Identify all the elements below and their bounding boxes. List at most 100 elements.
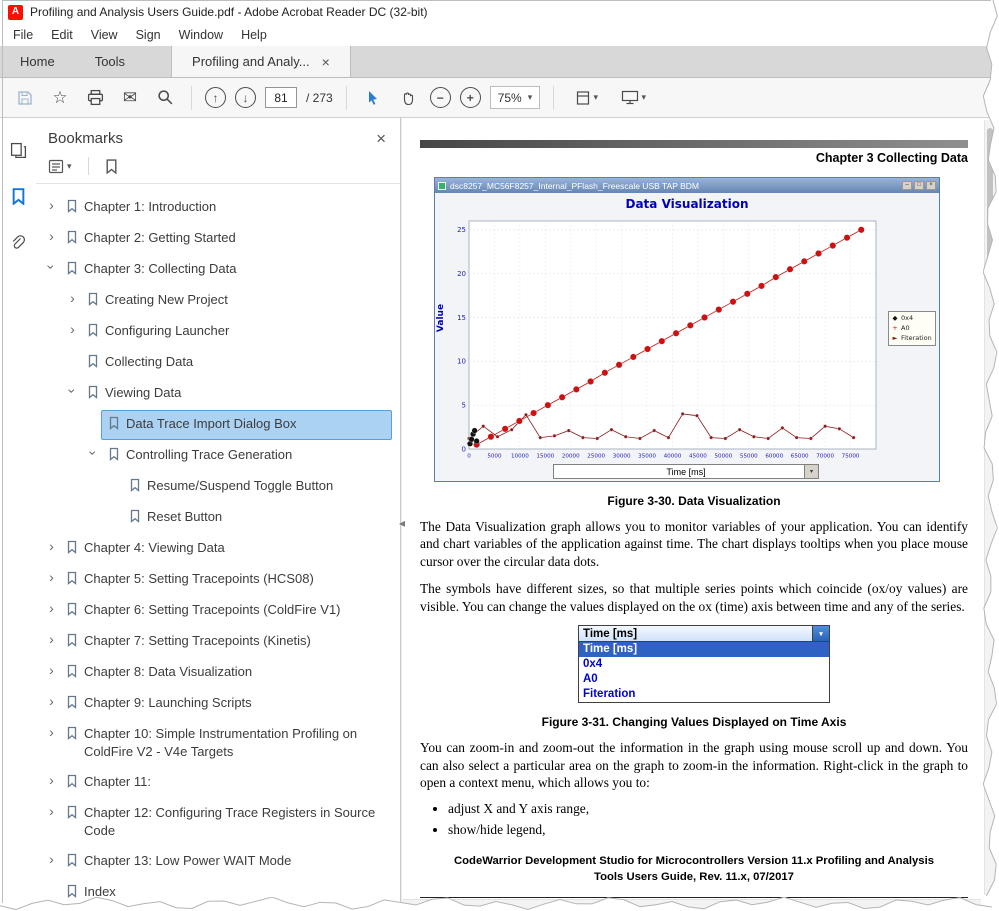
bookmark-item[interactable]: › Chapter 2: Getting Started xyxy=(38,224,392,254)
bookmark-label-wrap[interactable]: Chapter 10: Simple Instrumentation Profi… xyxy=(59,720,392,767)
bookmark-label-wrap[interactable]: Chapter 1: Introduction xyxy=(59,193,223,223)
bookmark-label-wrap[interactable]: Viewing Data xyxy=(80,379,188,409)
bookmark-item[interactable]: › Chapter 8: Data Visualization xyxy=(38,658,392,688)
bookmark-item[interactable]: › Chapter 1: Introduction xyxy=(38,193,392,223)
menu-view[interactable]: View xyxy=(82,26,127,44)
bookmark-item[interactable]: › Chapter 4: Viewing Data xyxy=(38,534,392,564)
select-tool-button[interactable] xyxy=(360,84,386,112)
bookmark-label-wrap[interactable]: Chapter 13: Low Power WAIT Mode xyxy=(59,847,298,877)
chevron-collapsed-icon[interactable]: › xyxy=(65,291,80,305)
vertical-scrollbar[interactable] xyxy=(984,120,995,895)
print-button[interactable] xyxy=(82,84,108,112)
bookmark-label-wrap[interactable]: Controlling Trace Generation xyxy=(101,441,299,471)
bookmark-item[interactable]: › Viewing Data xyxy=(38,379,392,409)
bookmark-item[interactable]: › Chapter 9: Launching Scripts xyxy=(38,689,392,719)
chevron-collapsed-icon[interactable]: › xyxy=(44,570,59,584)
zoom-level-dropdown[interactable]: 75% ▾ xyxy=(489,86,541,109)
legend-marker-icon: + xyxy=(892,323,898,332)
tab-close-icon[interactable]: × xyxy=(322,54,330,70)
tab-home[interactable]: Home xyxy=(0,46,75,77)
menu-edit[interactable]: Edit xyxy=(42,26,82,44)
bookmarks-panel-button[interactable] xyxy=(8,186,28,206)
chevron-collapsed-icon[interactable]: › xyxy=(65,322,80,336)
bookmark-label-wrap[interactable]: Chapter 2: Getting Started xyxy=(59,224,243,254)
next-page-button[interactable]: ↓ xyxy=(235,87,256,108)
bookmark-item[interactable]: › Chapter 11: xyxy=(38,768,392,798)
expand-current-bookmark-button[interactable] xyxy=(105,158,118,174)
zoom-out-button[interactable]: − xyxy=(429,87,451,108)
tab-document[interactable]: Profiling and Analy... × xyxy=(171,46,351,77)
bookmark-label-wrap[interactable]: Chapter 5: Setting Tracepoints (HCS08) xyxy=(59,565,321,595)
bookmark-label-wrap[interactable]: Collecting Data xyxy=(80,348,200,378)
chevron-collapsed-icon[interactable]: › xyxy=(44,632,59,646)
menu-file[interactable]: File xyxy=(4,26,42,44)
chevron-collapsed-icon[interactable]: › xyxy=(44,852,59,866)
chevron-collapsed-icon[interactable]: › xyxy=(44,694,59,708)
tab-tools[interactable]: Tools xyxy=(75,46,145,77)
bookmark-label-wrap[interactable]: Chapter 7: Setting Tracepoints (Kinetis) xyxy=(59,627,318,657)
bookmark-label-wrap[interactable]: Chapter 3: Collecting Data xyxy=(59,255,243,285)
legend-entry: ◆ 0x4 xyxy=(891,314,933,324)
chevron-collapsed-icon[interactable]: › xyxy=(44,229,59,243)
bookmark-item[interactable]: Resume/Suspend Toggle Button xyxy=(38,472,392,502)
page-number-input[interactable] xyxy=(265,87,297,108)
chevron-expanded-icon[interactable]: › xyxy=(44,260,60,275)
bookmark-options-button[interactable]: ▾ xyxy=(48,159,72,174)
bookmark-item[interactable]: › Creating New Project xyxy=(38,286,392,316)
search-button[interactable] xyxy=(152,84,178,112)
chevron-collapsed-icon[interactable]: › xyxy=(44,804,59,818)
page-thumbnails-panel-button[interactable] xyxy=(8,140,28,160)
menu-help[interactable]: Help xyxy=(232,26,276,44)
bookmark-icon xyxy=(66,805,78,824)
menu-sign[interactable]: Sign xyxy=(127,26,170,44)
bookmark-label-wrap[interactable]: Reset Button xyxy=(122,503,229,533)
bookmark-label-wrap[interactable]: Chapter 12: Configuring Trace Registers … xyxy=(59,799,392,846)
bookmark-item[interactable]: › Chapter 10: Simple Instrumentation Prof… xyxy=(38,720,392,767)
panel-collapse-handle[interactable]: ◂ xyxy=(396,508,408,538)
bullet-item: adjust X and Y axis range, xyxy=(448,801,968,817)
favorite-star-button[interactable]: ☆ xyxy=(47,84,73,112)
bookmark-label-wrap[interactable]: Index xyxy=(59,878,123,908)
bookmark-item[interactable]: › Chapter 6: Setting Tracepoints (ColdFir… xyxy=(38,596,392,626)
chevron-collapsed-icon[interactable]: › xyxy=(44,198,59,212)
bookmark-item[interactable]: › Chapter 13: Low Power WAIT Mode xyxy=(38,847,392,877)
chevron-collapsed-icon[interactable]: › xyxy=(44,539,59,553)
menu-window[interactable]: Window xyxy=(170,26,232,44)
bookmark-label-wrap[interactable]: Chapter 6: Setting Tracepoints (ColdFire… xyxy=(59,596,348,626)
bookmark-item[interactable]: › Chapter 5: Setting Tracepoints (HCS08) xyxy=(38,565,392,595)
bookmark-item[interactable]: Reset Button xyxy=(38,503,392,533)
chevron-expanded-icon[interactable]: › xyxy=(86,446,102,461)
hand-tool-button[interactable] xyxy=(395,84,421,112)
chevron-collapsed-icon[interactable]: › xyxy=(44,773,59,787)
bookmark-item[interactable]: › Chapter 12: Configuring Trace Registers… xyxy=(38,799,392,846)
bookmark-label-wrap[interactable]: Resume/Suspend Toggle Button xyxy=(122,472,340,502)
save-button[interactable] xyxy=(12,84,38,112)
bookmark-item[interactable]: Index xyxy=(38,878,392,908)
chevron-collapsed-icon[interactable]: › xyxy=(44,663,59,677)
panel-close-icon[interactable]: × xyxy=(376,130,386,147)
bookmark-label-selected[interactable]: Data Trace Import Dialog Box xyxy=(101,410,392,440)
attachments-panel-button[interactable] xyxy=(8,232,28,252)
bookmark-item[interactable]: Data Trace Import Dialog Box xyxy=(38,410,392,440)
chevron-collapsed-icon[interactable]: › xyxy=(44,601,59,615)
bookmark-item[interactable]: › Chapter 7: Setting Tracepoints (Kinetis… xyxy=(38,627,392,657)
bookmark-label-wrap[interactable]: Chapter 4: Viewing Data xyxy=(59,534,232,564)
chevron-expanded-icon[interactable]: › xyxy=(65,384,81,399)
previous-page-button[interactable]: ↑ xyxy=(205,87,226,108)
scrollbar-thumb[interactable] xyxy=(987,128,993,263)
bookmark-label-wrap[interactable]: Creating New Project xyxy=(80,286,235,316)
email-button[interactable]: ✉ xyxy=(117,84,143,112)
bookmark-label-wrap[interactable]: Chapter 8: Data Visualization xyxy=(59,658,259,688)
chevron-collapsed-icon[interactable]: › xyxy=(44,725,59,739)
bookmark-item[interactable]: › Chapter 3: Collecting Data xyxy=(38,255,392,285)
bookmark-label-wrap[interactable]: Chapter 9: Launching Scripts xyxy=(59,689,259,719)
bookmark-label-wrap[interactable]: Chapter 11: xyxy=(59,768,158,798)
zoom-in-button[interactable]: + xyxy=(459,87,481,108)
bookmark-item[interactable]: › Controlling Trace Generation xyxy=(38,441,392,471)
horizontal-scrollbar[interactable] xyxy=(402,899,981,909)
page-display-dropdown[interactable]: ▾ xyxy=(567,84,605,112)
bookmark-item[interactable]: › Configuring Launcher xyxy=(38,317,392,347)
read-mode-dropdown[interactable]: ▾ xyxy=(614,84,652,112)
bookmark-label-wrap[interactable]: Configuring Launcher xyxy=(80,317,236,347)
bookmark-item[interactable]: Collecting Data xyxy=(38,348,392,378)
